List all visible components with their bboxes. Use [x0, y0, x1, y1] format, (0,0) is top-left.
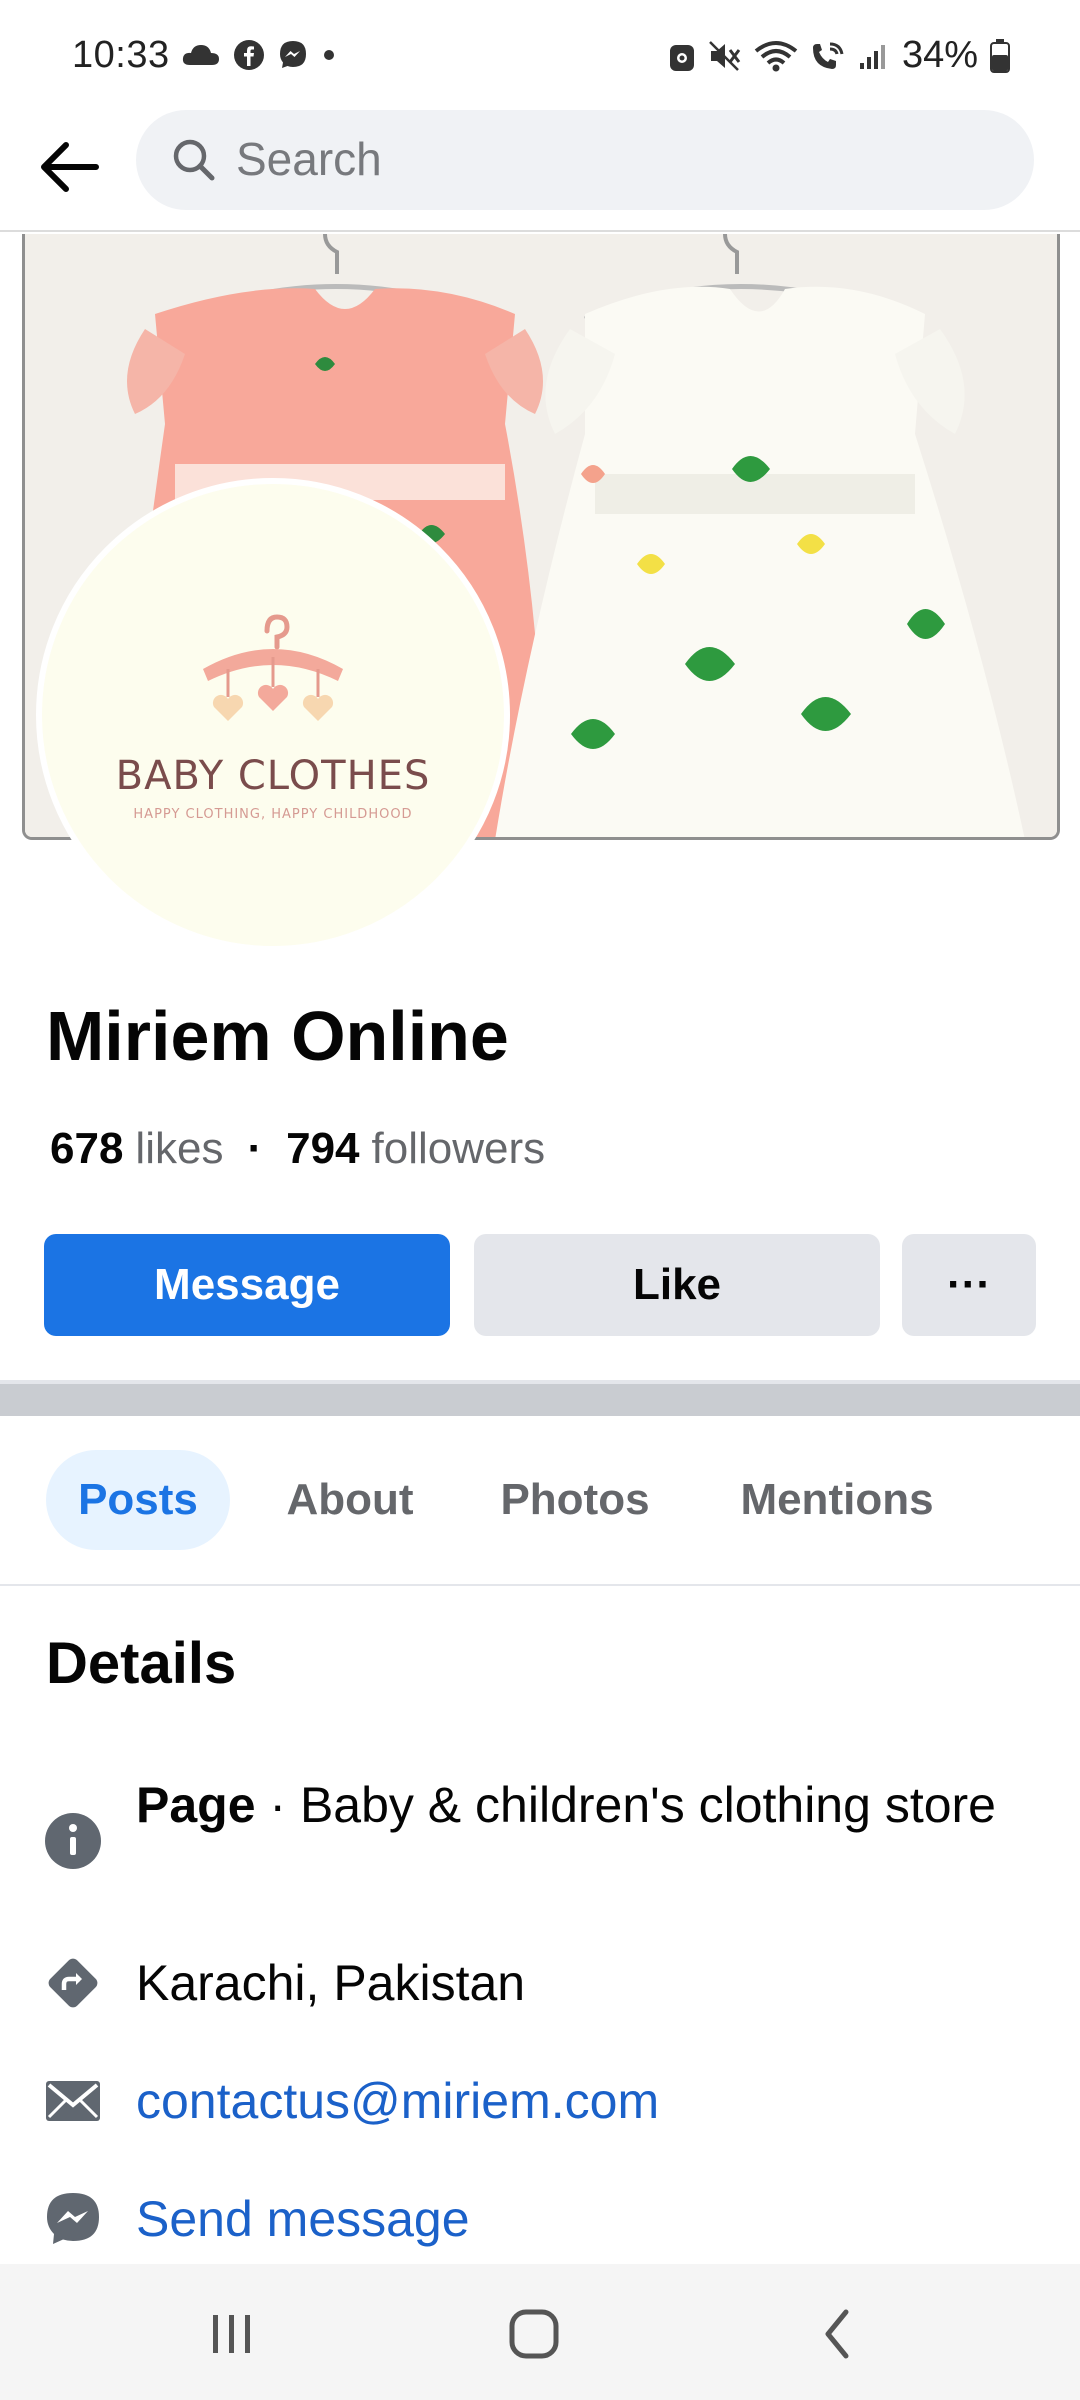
category-value: Baby & children's clothing store — [299, 1777, 996, 1833]
directions-icon — [44, 1954, 102, 2012]
followers-label: followers — [371, 1124, 546, 1173]
page-title: Miriem Online — [46, 997, 509, 1075]
likes-count: 678 — [50, 1124, 124, 1173]
email-link[interactable]: contactus@miriem.com — [136, 2070, 996, 2132]
search-input[interactable] — [236, 126, 996, 192]
status-left-icons — [182, 40, 336, 70]
status-time: 10:33 — [72, 34, 170, 76]
dot-icon — [324, 50, 334, 60]
tab-posts[interactable]: Posts — [46, 1450, 230, 1550]
email-icon — [44, 2072, 102, 2130]
category-separator: · — [255, 1777, 300, 1833]
page-stats: 678 likes · 794 followers — [50, 1124, 545, 1174]
info-icon — [44, 1812, 102, 1870]
home-button[interactable] — [484, 2302, 584, 2366]
status-right-icons: 34% — [668, 34, 1010, 77]
system-back-icon — [825, 2309, 849, 2359]
messenger-icon — [44, 2190, 102, 2248]
lock-icon — [669, 44, 694, 71]
category-prefix: Page — [136, 1777, 256, 1833]
page-profile-picture[interactable]: BABY CLOTHES HAPPY CLOTHING, HAPPY CHILD… — [36, 478, 510, 952]
status-bar: 10:33 34% — [0, 0, 1080, 110]
like-button[interactable]: Like — [474, 1234, 880, 1336]
avatar-brand-text: BABY CLOTHES — [115, 752, 431, 799]
likes-label: likes — [135, 1124, 224, 1173]
stats-separator: · — [247, 1124, 263, 1173]
tab-about[interactable]: About — [270, 1450, 430, 1550]
battery-percent: 34% — [901, 34, 978, 76]
page-tabs: Posts About Photos Mentions — [0, 1416, 1080, 1586]
system-back-button[interactable] — [788, 2302, 888, 2366]
section-divider — [0, 1380, 1080, 1416]
tab-photos[interactable]: Photos — [484, 1450, 666, 1550]
avatar-tagline-text: HAPPY CLOTHING, HAPPY CHILDHOOD — [133, 806, 413, 822]
search-bar[interactable] — [136, 110, 1034, 210]
details-heading: Details — [46, 1631, 237, 1696]
app-screen: 10:33 34% Search BABY CLOTHES HAPPY CLOT… — [0, 0, 1080, 2400]
recent-apps-icon — [213, 2315, 250, 2353]
back-button[interactable] — [34, 132, 104, 202]
baby-mobile-logo-icon — [203, 613, 343, 721]
followers-count: 794 — [286, 1124, 360, 1173]
wifi-icon — [754, 40, 798, 71]
signal-icon — [859, 44, 885, 69]
home-icon — [509, 2309, 559, 2359]
back-arrow-icon — [41, 142, 99, 192]
recent-apps-button[interactable] — [182, 2302, 282, 2366]
search-icon — [173, 139, 215, 181]
battery-icon — [990, 38, 1010, 73]
cloud-icon — [182, 45, 219, 65]
send-message-link[interactable]: Send message — [136, 2188, 996, 2250]
tab-mentions[interactable]: Mentions — [722, 1450, 952, 1550]
wifi-call-icon — [812, 42, 844, 69]
search-header — [0, 110, 1080, 232]
message-button[interactable]: Message — [44, 1234, 450, 1336]
more-options-button[interactable]: ··· — [902, 1234, 1036, 1336]
messenger-icon — [280, 41, 306, 68]
facebook-icon — [234, 40, 264, 70]
detail-category-text: Page · Baby & children's clothing store — [136, 1774, 996, 1836]
system-navigation-bar — [0, 2264, 1080, 2400]
page-actions: Message Like ··· — [44, 1234, 1036, 1336]
location-text: Karachi, Pakistan — [136, 1955, 526, 2011]
mute-icon — [709, 40, 741, 71]
